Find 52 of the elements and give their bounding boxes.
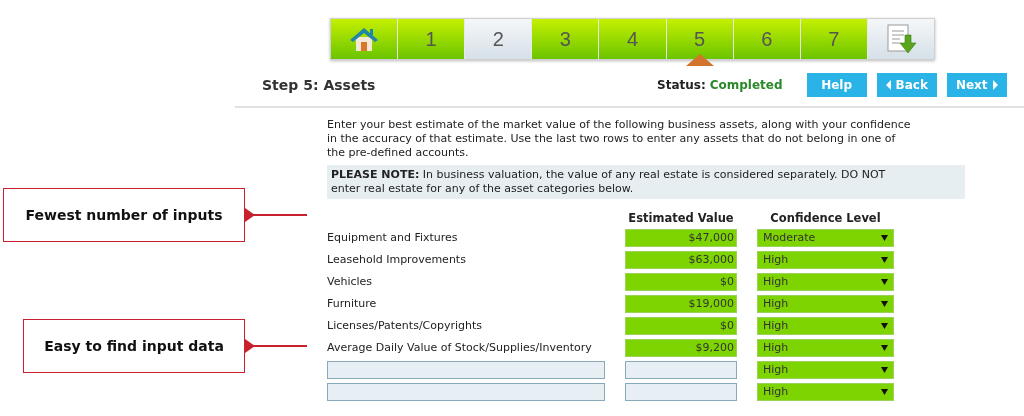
value-field[interactable]: [625, 361, 737, 379]
asset-label: Equipment and Fixtures: [327, 230, 459, 246]
dropdown-arrow-icon: [881, 389, 888, 395]
confidence-dropdown[interactable]: High: [757, 273, 894, 291]
asset-label: Vehicles: [327, 274, 374, 290]
confidence-dropdown[interactable]: High: [757, 317, 894, 335]
status-value: Completed: [709, 78, 783, 92]
callout-box: Easy to find input data: [23, 319, 245, 373]
step-tab[interactable]: 6: [733, 19, 801, 59]
dropdown-arrow-icon: [881, 279, 888, 285]
step-tab[interactable]: 2: [465, 19, 533, 59]
step-tab[interactable]: [331, 19, 399, 59]
value-field[interactable]: $19,000: [625, 295, 737, 313]
asset-name-field[interactable]: [327, 383, 605, 401]
step-tab[interactable]: 1: [398, 19, 466, 59]
dropdown-arrow-icon: [881, 367, 888, 373]
step-tab[interactable]: 4: [599, 19, 667, 59]
dropdown-arrow-icon: [881, 301, 888, 307]
confidence-dropdown[interactable]: High: [757, 251, 894, 269]
callout-box: Fewest number of inputs: [3, 188, 245, 242]
asset-label: Average Daily Value of Stock/Supplies/Inventory: [327, 340, 593, 356]
document-download-icon: [884, 23, 917, 55]
asset-label: Licenses/Patents/Copyrights: [327, 318, 484, 334]
dropdown-arrow-icon: [881, 257, 888, 263]
value-field[interactable]: [625, 383, 737, 401]
confidence-dropdown[interactable]: High: [757, 295, 894, 313]
confidence-dropdown[interactable]: High: [757, 361, 894, 379]
value-field[interactable]: $0: [625, 317, 737, 335]
page-heading: Step 5: Assets: [262, 77, 377, 93]
asset-label: Leasehold Improvements: [327, 252, 467, 268]
asset-name-field[interactable]: [327, 361, 605, 379]
step-tab[interactable]: 3: [532, 19, 600, 59]
value-field[interactable]: $0: [625, 273, 737, 291]
asset-label: Furniture: [327, 296, 378, 312]
confidence-dropdown[interactable]: High: [757, 339, 894, 357]
status-label: Status:: [657, 78, 706, 92]
value-field[interactable]: $47,000: [625, 229, 737, 247]
value-field[interactable]: $63,000: [625, 251, 737, 269]
step-tab[interactable]: [867, 19, 934, 59]
dropdown-arrow-icon: [881, 345, 888, 351]
confidence-dropdown[interactable]: Moderate: [757, 229, 894, 247]
note-text: PLEASE NOTE: In business valuation, the value of any real estate is considered separately. DO NOT enter real estate for any of the asset categories below.: [327, 165, 965, 199]
confidence-dropdown[interactable]: High: [757, 383, 894, 401]
dropdown-arrow-icon: [881, 323, 888, 329]
column-header: Confidence Level: [769, 211, 882, 225]
dropdown-arrow-icon: [881, 235, 888, 241]
callout-pointer: [245, 339, 307, 353]
callout-pointer: [245, 208, 307, 222]
value-field[interactable]: $9,200: [625, 339, 737, 357]
column-header: Estimated Value: [627, 211, 735, 225]
step-tab[interactable]: 7: [800, 19, 868, 59]
instructions-text: Enter your best estimate of the market value of the following business assets, along with your confidence in the accuracy of that estimate. Use the last two rows to enter any assets that do not belong in one of the pre-defined accounts.: [327, 118, 912, 160]
